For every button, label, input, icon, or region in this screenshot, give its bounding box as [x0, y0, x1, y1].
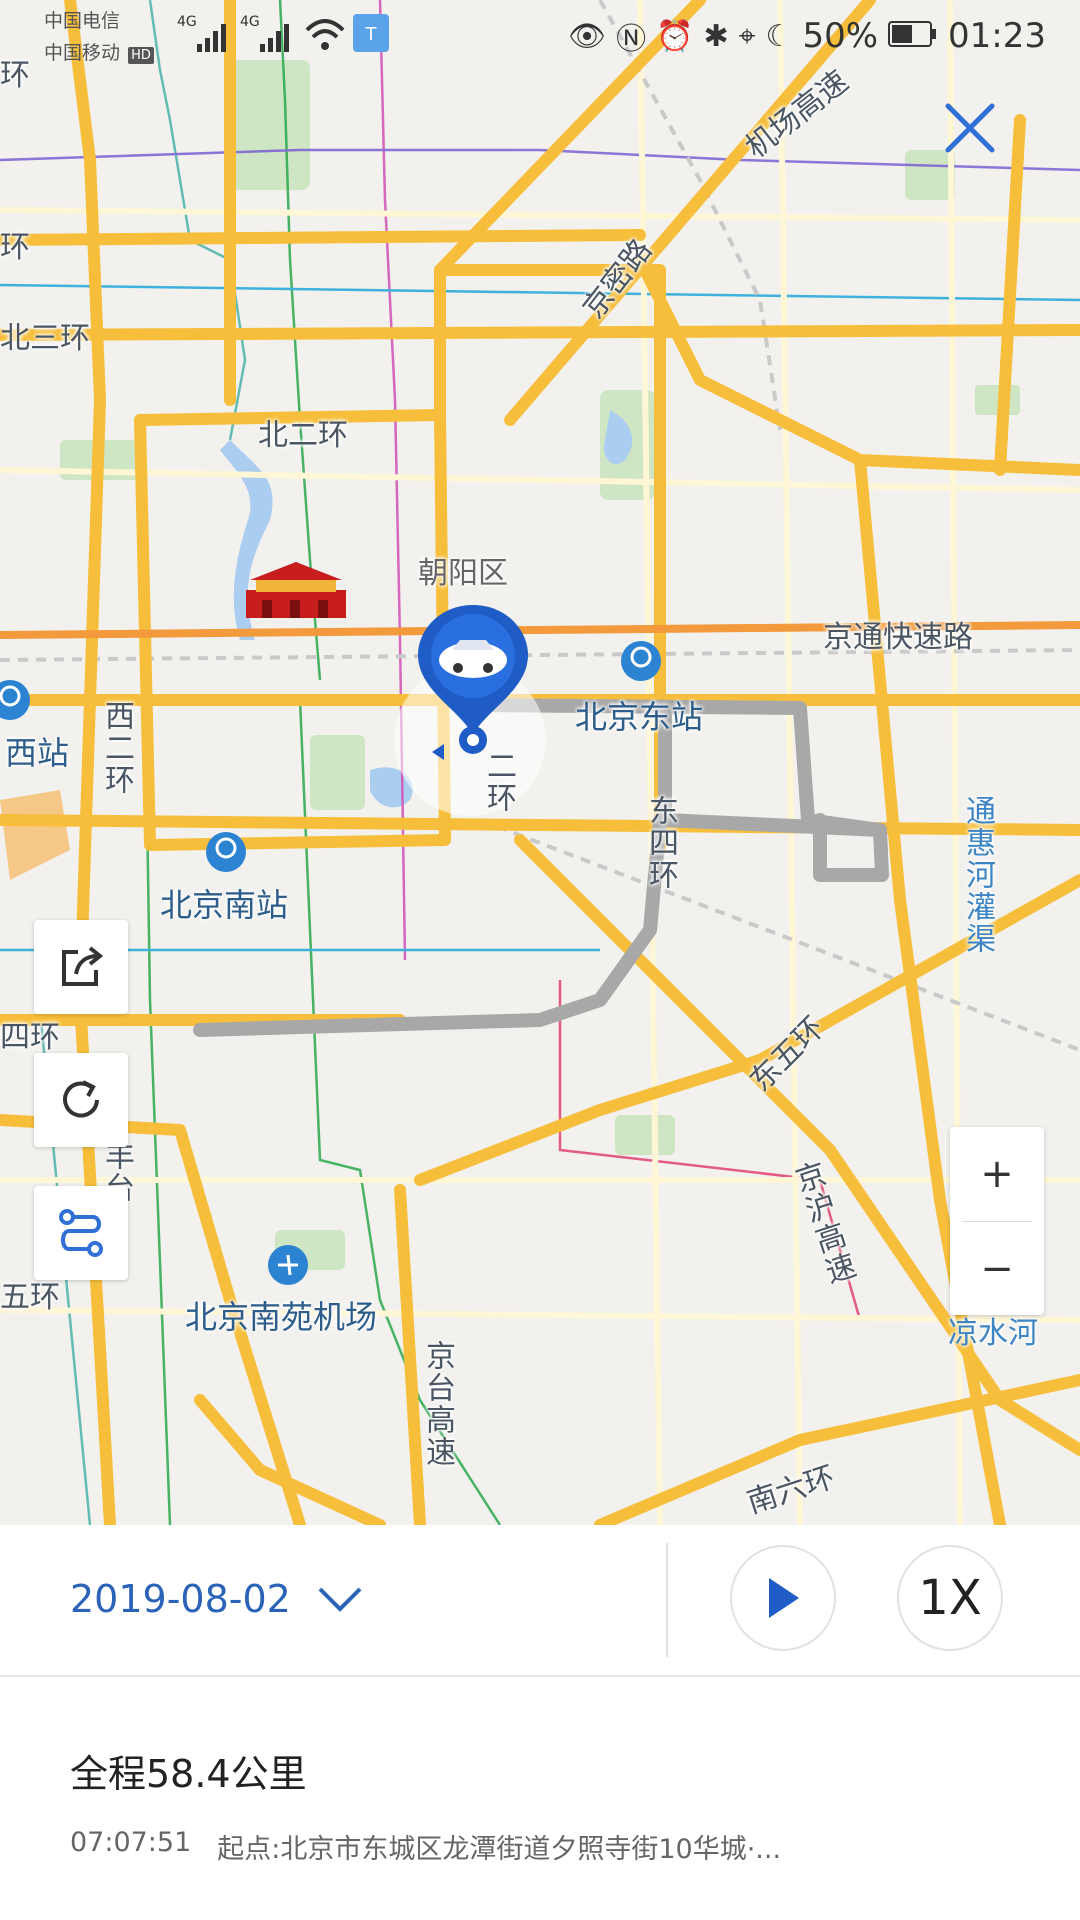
trip-distance: 全程58.4公里 [70, 1752, 307, 1796]
zoom-in-button[interactable]: + [950, 1127, 1044, 1221]
alarm-icon: ⏰ [656, 18, 694, 54]
map-view[interactable]: 机场高速 京密路 北三环 北二环 环 环 朝阳区 京通快速路 北京东站 西站 西… [0, 0, 1080, 1525]
carrier-1: 中国电信 [44, 10, 121, 32]
refresh-icon [63, 1080, 99, 1118]
signal-1-icon [197, 22, 231, 56]
status-right: 👁 Ⓝ ⏰ ✱ ⌖ ☾ 50% 01:23 [568, 14, 1046, 58]
battery-percent: 50% [802, 16, 879, 56]
network-1-label: 4G [177, 14, 197, 30]
tiananmen-icon [246, 562, 346, 618]
carrier-2: 中国移动 HD [44, 38, 154, 65]
date-value: 2019-08-02 [70, 1577, 291, 1621]
start-row[interactable]: 07:07:51 起点:北京市东城区龙潭街道夕照寺街10华城·... [70, 1827, 781, 1866]
route-icon [59, 1209, 103, 1257]
date-selector[interactable]: 2019-08-02 [70, 1577, 363, 1621]
map-label-beijing-east-station: 北京东站 [575, 698, 704, 736]
start-address: 起点:北京市东城区龙潭街道夕照寺街10华城·... [217, 1834, 782, 1865]
network-2-label: 4G [240, 14, 260, 30]
eye-icon: 👁 [568, 18, 607, 54]
map-label-nanyuan-airport: 北京南苑机场 [185, 1298, 378, 1336]
battery-icon [888, 16, 938, 56]
wifi-icon [305, 18, 345, 56]
play-icon [769, 1578, 799, 1618]
share-icon [62, 946, 104, 986]
clock: 01:23 [948, 16, 1046, 56]
start-time: 07:07:51 [70, 1827, 192, 1858]
map-label-jingtai-expressway: 京台高速 [420, 1340, 455, 1468]
close-icon [945, 103, 995, 153]
map-label-east-4th-ring: 东四环 [643, 795, 678, 891]
track-panel: 2019-08-02 1X 全程58.4公里 07:07:51 起点:北京市东城… [0, 1525, 1080, 1920]
chevron-down-icon [318, 1587, 362, 1612]
date-row: 2019-08-02 1X [0, 1525, 1080, 1677]
play-button[interactable] [730, 1545, 836, 1651]
route-button[interactable] [34, 1186, 128, 1280]
zoom-control: + − [950, 1127, 1044, 1315]
share-button[interactable] [34, 920, 128, 1014]
close-button[interactable] [940, 98, 1000, 158]
map-label-west-2nd-ring: 西二环 [99, 700, 134, 796]
svg-text:T: T [365, 24, 378, 45]
nfc-icon: Ⓝ [616, 22, 647, 57]
location-icon: ⌖ [738, 18, 756, 54]
signal-2-icon [260, 22, 294, 56]
map-label-tonghui-river: 通惠河灌渠 [960, 795, 995, 955]
zoom-out-button[interactable]: − [950, 1222, 1044, 1316]
hotspot-icon: T [353, 14, 389, 56]
hd-badge: HD [128, 47, 154, 64]
map-label-north-2nd-ring: 北二环 [258, 418, 348, 453]
map-label-north-3rd-ring: 北三环 [0, 321, 90, 356]
map-label-second-ring: 二环 [481, 750, 516, 814]
moon-icon: ☾ [765, 18, 793, 54]
divider [666, 1543, 668, 1657]
map-label-west-station: 西站 [5, 734, 70, 772]
speed-label: 1X [918, 1570, 982, 1626]
speed-button[interactable]: 1X [897, 1545, 1003, 1651]
map-label-chaoyang: 朝阳区 [418, 556, 508, 591]
refresh-button[interactable] [34, 1053, 128, 1147]
map-canvas [0, 0, 1080, 1525]
bluetooth-icon: ✱ [703, 18, 729, 54]
map-label-west-4th-ring: 四环 [0, 1020, 60, 1055]
carrier-2-label: 中国移动 [44, 42, 121, 64]
map-label-huan-left: 环 [0, 230, 30, 265]
map-label-beijing-south-station: 北京南站 [160, 886, 289, 924]
status-bar: 中国电信 中国移动 HD 4G 4G T 👁 Ⓝ ⏰ ✱ ⌖ ☾ 50% 01:… [0, 0, 1080, 70]
map-label-jingtong-expressway: 京通快速路 [823, 620, 973, 655]
